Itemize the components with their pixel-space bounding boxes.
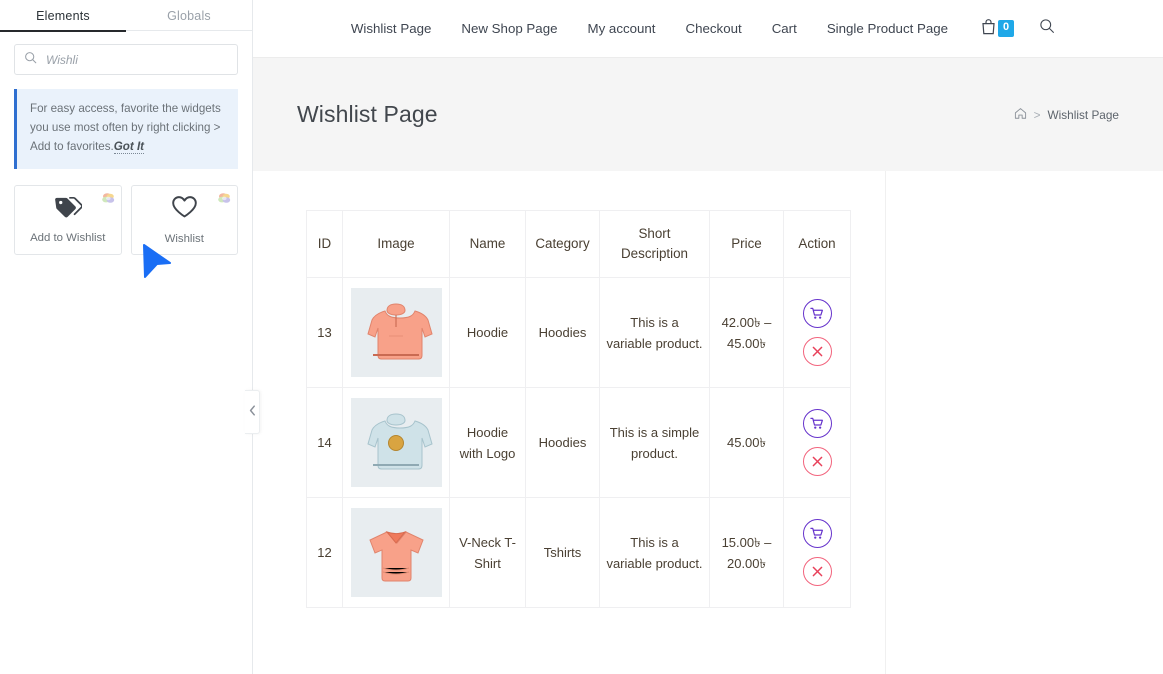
search-icon[interactable] bbox=[1039, 18, 1055, 39]
cell-price: 15.00৳ – 20.00৳ bbox=[709, 497, 784, 609]
remove-button[interactable] bbox=[802, 447, 832, 477]
tab-elements[interactable]: Elements bbox=[0, 0, 126, 32]
chevron-left-icon bbox=[249, 403, 256, 421]
pro-badge-icon bbox=[218, 191, 231, 204]
widget-card-label: Wishlist bbox=[164, 233, 204, 246]
cell-name: Hoodie with Logo bbox=[449, 387, 526, 499]
page-content: ID Image Name Category Short Description… bbox=[253, 171, 1163, 674]
wishlist-table-head: ID Image Name Category Short Description… bbox=[306, 209, 851, 279]
table-row: 12 V-Neck T-Shirt Tshirts This is a vari… bbox=[306, 497, 851, 609]
breadcrumb-separator: > bbox=[1033, 107, 1041, 122]
page-title: Wishlist Page bbox=[297, 101, 438, 127]
cell-action bbox=[783, 497, 851, 609]
got-it-link[interactable]: Got It bbox=[113, 139, 145, 154]
nav-links: Wishlist Page New Shop Page My account C… bbox=[351, 21, 948, 36]
breadcrumb-current: Wishlist Page bbox=[1047, 107, 1119, 122]
nav-right-tools: 0 bbox=[981, 18, 1055, 40]
widget-search-wrap bbox=[0, 31, 252, 75]
widget-list: Add to Wishlist Wishlist bbox=[0, 169, 252, 256]
cell-description: This is a simple product. bbox=[599, 387, 710, 499]
cell-description: This is a variable product. bbox=[599, 277, 710, 389]
site-preview: Wishlist Page New Shop Page My account C… bbox=[253, 0, 1163, 674]
tab-globals[interactable]: Globals bbox=[126, 0, 252, 31]
tag-icon bbox=[53, 196, 84, 223]
panel-collapse-handle[interactable] bbox=[245, 390, 260, 434]
cell-category: Hoodies bbox=[525, 277, 600, 389]
nav-link-cart[interactable]: Cart bbox=[772, 21, 797, 36]
widget-search-box[interactable] bbox=[14, 44, 238, 75]
search-input[interactable] bbox=[46, 52, 228, 67]
add-to-cart-button[interactable] bbox=[802, 409, 832, 439]
vneck-tshirt-thumbnail[interactable] bbox=[350, 508, 442, 598]
panel-tabs: Elements Globals bbox=[0, 0, 252, 32]
wishlist-table: ID Image Name Category Short Description… bbox=[306, 209, 851, 609]
cart-count-badge: 0 bbox=[998, 20, 1015, 37]
cell-category: Hoodies bbox=[525, 387, 600, 499]
cell-description: This is a variable product. bbox=[599, 497, 710, 609]
cell-action bbox=[783, 387, 851, 499]
page-hero: Wishlist Page > Wishlist Page bbox=[253, 57, 1163, 171]
remove-button[interactable] bbox=[802, 557, 832, 587]
remove-button[interactable] bbox=[802, 337, 832, 367]
favorites-notice: For easy access, favorite the widgets yo… bbox=[14, 89, 238, 170]
cell-image bbox=[342, 387, 450, 499]
widget-card-wishlist[interactable]: Wishlist bbox=[130, 185, 238, 256]
home-icon[interactable] bbox=[1014, 107, 1027, 123]
column-header-id: ID bbox=[306, 209, 343, 279]
tab-elements-label: Elements bbox=[36, 8, 90, 23]
cell-image bbox=[342, 497, 450, 609]
site-navigation: Wishlist Page New Shop Page My account C… bbox=[253, 0, 1163, 57]
add-to-cart-button[interactable] bbox=[802, 299, 832, 329]
nav-link-wishlist-page[interactable]: Wishlist Page bbox=[351, 21, 432, 36]
cell-price: 42.00৳ – 45.00৳ bbox=[709, 277, 784, 389]
breadcrumb: > Wishlist Page bbox=[1014, 107, 1119, 123]
cell-name: V-Neck T-Shirt bbox=[449, 497, 526, 609]
cell-image bbox=[342, 277, 450, 389]
widget-panel: Elements Globals For easy access, favori… bbox=[0, 0, 260, 674]
cell-id: 14 bbox=[306, 387, 343, 499]
shopping-bag-icon bbox=[981, 18, 996, 40]
nav-link-single-product-page[interactable]: Single Product Page bbox=[827, 21, 948, 36]
table-row: 13 Hoodie Hoodies This is a variable pro… bbox=[306, 277, 851, 389]
heart-icon bbox=[171, 195, 198, 224]
hoodie-with-logo-thumbnail[interactable] bbox=[350, 398, 442, 488]
nav-link-new-shop-page[interactable]: New Shop Page bbox=[461, 21, 557, 36]
column-header-category: Category bbox=[525, 209, 600, 279]
widget-card-label: Add to Wishlist bbox=[30, 232, 106, 245]
column-header-price: Price bbox=[709, 209, 784, 279]
cell-id: 12 bbox=[306, 497, 343, 609]
row-actions bbox=[790, 409, 844, 477]
hoodie-thumbnail[interactable] bbox=[350, 288, 442, 378]
column-header-action: Action bbox=[783, 209, 851, 279]
cell-category: Tshirts bbox=[525, 497, 600, 609]
tab-globals-label: Globals bbox=[167, 8, 211, 23]
add-to-cart-button[interactable] bbox=[802, 519, 832, 549]
widget-card-add-to-wishlist[interactable]: Add to Wishlist bbox=[14, 185, 122, 256]
cell-id: 13 bbox=[306, 277, 343, 389]
nav-link-checkout[interactable]: Checkout bbox=[686, 21, 742, 36]
column-header-image: Image bbox=[342, 209, 450, 279]
search-icon bbox=[24, 51, 37, 69]
pro-badge-icon bbox=[101, 191, 115, 204]
cell-price: 45.00৳ bbox=[709, 387, 784, 499]
cart-widget[interactable]: 0 bbox=[981, 18, 1015, 40]
nav-link-my-account[interactable]: My account bbox=[588, 21, 656, 36]
row-actions bbox=[790, 299, 844, 367]
editor-root: Elements Globals For easy access, favori… bbox=[0, 0, 1163, 674]
cell-name: Hoodie bbox=[449, 277, 526, 389]
table-row: 14 Hoodie with Logo Hoodies This is a si… bbox=[306, 387, 851, 499]
cell-action bbox=[783, 277, 851, 389]
column-header-short-description: Short Description bbox=[599, 209, 710, 279]
wishlist-table-body: 13 Hoodie Hoodies This is a variable pro… bbox=[306, 277, 851, 609]
column-header-name: Name bbox=[449, 209, 526, 279]
row-actions bbox=[790, 519, 844, 587]
table-header-row: ID Image Name Category Short Description… bbox=[306, 209, 851, 279]
